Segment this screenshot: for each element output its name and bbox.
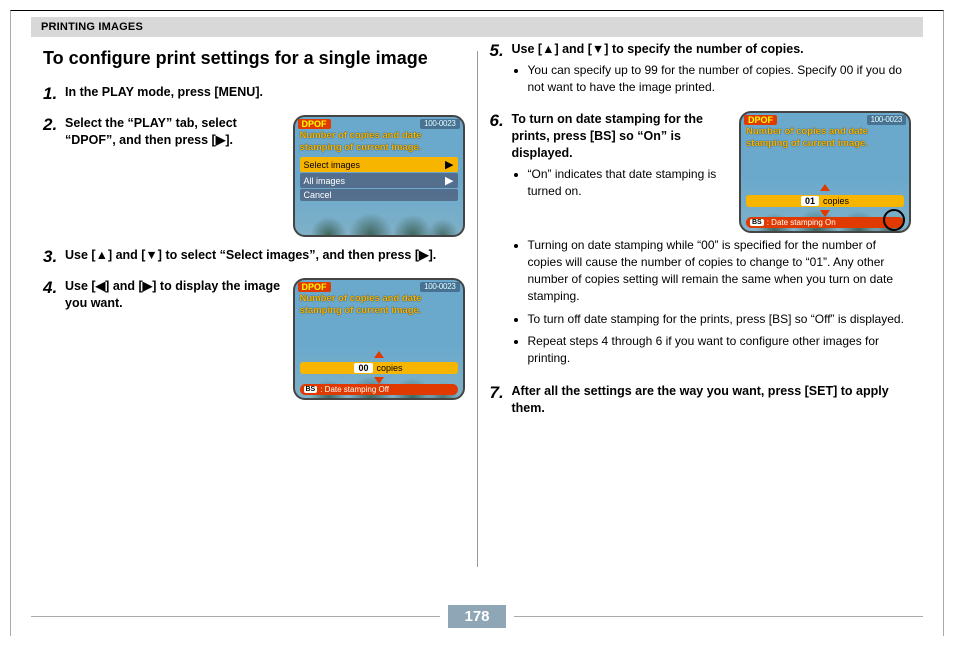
step-4-text: Use [◀] and [▶] to display the image you… <box>65 278 283 312</box>
play-icon: ▶ <box>445 174 453 187</box>
stamp-status: : Date stamping On <box>767 218 836 227</box>
file-id: 100-0023 <box>420 282 459 292</box>
copies-value: 01 <box>801 196 819 206</box>
subsection-title: To configure print settings for a single… <box>43 47 465 70</box>
right-column: 5. Use [▲] and [▼] to specify the number… <box>478 41 924 577</box>
lcd-background-photo <box>295 195 463 235</box>
step-7-head: After all the settings are the way you w… <box>512 383 912 417</box>
page-footer: 178 <box>11 605 943 628</box>
down-arrow-icon <box>374 377 384 384</box>
menu-item-all-images: All images ▶ <box>300 173 458 188</box>
copies-bar: 00 copies <box>300 362 458 374</box>
camera-lcd-menu: DPOF 100-0023 Number of copies and date … <box>293 115 465 237</box>
lcd-message: Number of copies and date stamping of cu… <box>295 292 463 319</box>
step-7: 7. After all the settings are the way yo… <box>490 383 912 421</box>
step-5-head: Use [▲] and [▼] to specify the number of… <box>512 41 912 58</box>
up-arrow-icon <box>374 351 384 358</box>
step-6-bullet-3: To turn off date stamping for the prints… <box>528 311 912 328</box>
copies-value: 00 <box>354 363 372 373</box>
step-3-text: Use [▲] and [▼] to select “Select images… <box>65 247 465 264</box>
bs-label: BS <box>750 219 764 226</box>
step-1: 1. In the PLAY mode, press [MENU]. <box>43 84 465 105</box>
step-6: 6. To turn on date stamping for the prin… <box>490 111 912 373</box>
footer-rule <box>31 616 440 617</box>
camera-lcd-copies-off: DPOF 100-0023 Number of copies and date … <box>293 278 465 400</box>
step-6-bullet-1: “On” indicates that date stamping is tur… <box>528 166 730 200</box>
camera-lcd-copies-on: DPOF 100-0023 Number of copies and date … <box>739 111 911 233</box>
step-6-bullet-4: Repeat steps 4 through 6 if you want to … <box>528 333 912 367</box>
date-stamp-bar: BS : Date stamping Off <box>300 384 458 395</box>
menu-label: Select images <box>304 160 361 170</box>
menu-label: All images <box>304 176 346 186</box>
lcd-message: Number of copies and date stamping of cu… <box>741 125 909 152</box>
step-4: 4. Use [◀] and [▶] to display the image … <box>43 278 465 400</box>
dpof-tag: DPOF <box>298 282 331 292</box>
step-number: 7. <box>490 383 512 403</box>
step-6-head: To turn on date stamping for the prints,… <box>512 111 730 162</box>
copies-bar: 01 copies <box>746 195 904 207</box>
bs-label: BS <box>304 386 318 393</box>
lcd-message: Number of copies and date stamping of cu… <box>295 129 463 156</box>
step-3: 3. Use [▲] and [▼] to select “Select ima… <box>43 247 465 268</box>
step-number: 1. <box>43 84 65 104</box>
up-arrow-icon <box>820 184 830 191</box>
step-number: 2. <box>43 115 65 135</box>
footer-rule <box>514 616 923 617</box>
step-1-text: In the PLAY mode, press [MENU]. <box>65 84 465 101</box>
section-header: PRINTING IMAGES <box>31 17 923 37</box>
step-2-text: Select the “PLAY” tab, select “DPOF”, an… <box>65 115 283 149</box>
step-number: 6. <box>490 111 512 131</box>
copies-label: copies <box>377 363 403 373</box>
file-id: 100-0023 <box>420 119 459 129</box>
document-page: PRINTING IMAGES To configure print setti… <box>10 10 944 636</box>
stamp-status: : Date stamping Off <box>320 385 389 394</box>
down-arrow-icon <box>820 210 830 217</box>
dpof-tag: DPOF <box>298 119 331 129</box>
file-id: 100-0023 <box>867 115 906 125</box>
dpof-tag: DPOF <box>744 115 777 125</box>
date-stamp-bar: BS : Date stamping On <box>746 217 904 228</box>
step-2: 2. Select the “PLAY” tab, select “DPOF”,… <box>43 115 465 237</box>
step-5: 5. Use [▲] and [▼] to specify the number… <box>490 41 912 101</box>
step-6-bullet-2: Turning on date stamping while “00” is s… <box>528 237 912 304</box>
two-column-layout: To configure print settings for a single… <box>11 37 943 577</box>
step-5-bullet-1: You can specify up to 99 for the number … <box>528 62 912 96</box>
page-number: 178 <box>448 605 505 628</box>
step-number: 4. <box>43 278 65 298</box>
left-column: To configure print settings for a single… <box>31 41 477 577</box>
play-icon: ▶ <box>445 158 453 171</box>
copies-label: copies <box>823 196 849 206</box>
step-number: 5. <box>490 41 512 61</box>
menu-item-select-images: Select images ▶ <box>300 157 458 172</box>
step-number: 3. <box>43 247 65 267</box>
